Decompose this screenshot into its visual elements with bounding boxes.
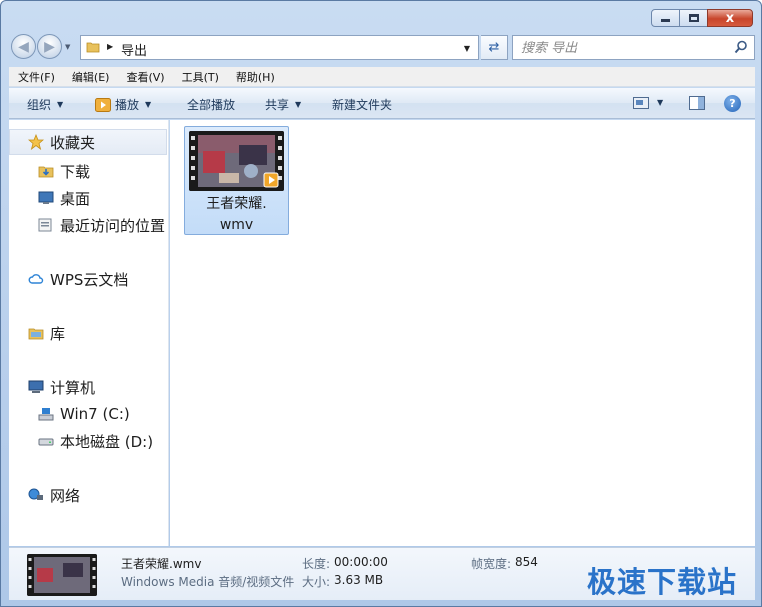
sidebar-item-downloads[interactable]: 下载 <box>38 160 90 182</box>
back-arrow-icon: ◀ <box>18 38 29 55</box>
address-bar[interactable]: ▶ 导出 ▼ <box>80 35 479 60</box>
library-icon <box>28 325 44 341</box>
navigation-pane: 收藏夹 下载 桌面 最近访问的位置 WPS云文档 库 计算机 Win7 (C:)… <box>9 120 169 546</box>
minimize-icon <box>661 19 670 22</box>
folder-icon <box>86 42 100 53</box>
play-button[interactable]: 播放 ▼ <box>95 96 151 113</box>
details-filetype: Windows Media 音频/视频文件 <box>121 575 295 589</box>
close-button[interactable]: x <box>707 9 753 27</box>
details-width-value: 854 <box>515 555 538 569</box>
help-icon[interactable]: ? <box>724 95 741 112</box>
menu-edit[interactable]: 编辑(E) <box>72 69 110 85</box>
file-name-line1: 王者荣耀. <box>206 196 267 212</box>
address-dropdown-icon[interactable]: ▼ <box>464 44 470 53</box>
share-button[interactable]: 共享 ▼ <box>265 96 301 113</box>
view-options-icon[interactable] <box>633 97 649 109</box>
new-folder-button[interactable]: 新建文件夹 <box>332 96 392 113</box>
play-label: 播放 <box>115 98 140 112</box>
network-icon <box>28 487 44 503</box>
forward-arrow-icon: ▶ <box>44 38 55 55</box>
search-box <box>512 35 755 60</box>
minimize-button[interactable] <box>651 9 680 27</box>
details-length-label: 长度: <box>302 557 331 571</box>
sidebar-item-label: 桌面 <box>60 189 91 208</box>
back-button[interactable]: ◀ <box>11 34 36 59</box>
sidebar-item-label: 最近访问的位置 <box>60 216 166 235</box>
cloud-icon <box>28 271 44 287</box>
play-icon <box>95 97 111 112</box>
play-dropdown-icon: ▼ <box>145 100 152 109</box>
file-list: 王者荣耀. wmv <box>170 120 755 546</box>
details-filename: 王者荣耀.wmv <box>121 557 202 571</box>
organize-label: 组织 <box>27 98 52 112</box>
sidebar-item-label: 网络 <box>50 486 81 505</box>
download-folder-icon <box>38 163 54 179</box>
share-label: 共享 <box>265 98 290 112</box>
sidebar-item-favorites[interactable]: 收藏夹 <box>9 129 167 155</box>
organize-button[interactable]: 组织 ▼ <box>27 96 63 113</box>
sidebar-item-library[interactable]: 库 <box>28 322 65 344</box>
sidebar-item-drive-c[interactable]: Win7 (C:) <box>38 403 130 425</box>
menu-file[interactable]: 文件(F) <box>18 69 55 85</box>
star-icon <box>28 134 44 150</box>
desktop-icon <box>38 190 54 206</box>
details-length-value: 00:00:00 <box>334 555 388 569</box>
explorer-window: x ◀ ▶ ▼ ▶ 导出 ▼ ⇄ 文件(F) 编辑(E) 查看(V) 工具(T)… <box>0 0 762 607</box>
computer-icon <box>28 379 44 395</box>
watermark-logo: 极速下载站 <box>587 565 738 599</box>
sidebar-item-network[interactable]: 网络 <box>28 484 80 506</box>
details-size-value: 3.63 MB <box>334 573 384 587</box>
command-bar: 组织 ▼ 播放 ▼ 全部播放 共享 ▼ 新建文件夹 ▼ ? <box>9 88 755 119</box>
sidebar-item-drive-d[interactable]: 本地磁盘 (D:) <box>38 430 153 452</box>
sidebar-item-wps-cloud[interactable]: WPS云文档 <box>28 268 128 290</box>
sidebar-item-computer[interactable]: 计算机 <box>28 376 95 398</box>
maximize-icon <box>688 14 699 22</box>
film-strip-icon <box>189 131 284 191</box>
menu-bar: 文件(F) 编辑(E) 查看(V) 工具(T) 帮助(H) <box>9 67 755 87</box>
sidebar-item-label: 下载 <box>60 162 91 181</box>
view-dropdown-icon[interactable]: ▼ <box>657 98 663 107</box>
details-thumbnail <box>27 554 97 596</box>
file-name: 王者荣耀. wmv <box>185 194 288 236</box>
sidebar-item-label: Win7 (C:) <box>60 405 130 423</box>
forward-button[interactable]: ▶ <box>37 34 62 59</box>
file-name-line2: wmv <box>219 217 254 233</box>
sidebar-item-label: 本地磁盘 (D:) <box>60 432 154 451</box>
menu-tools[interactable]: 工具(T) <box>182 69 219 85</box>
sidebar-item-label: 库 <box>50 324 66 343</box>
close-icon: x <box>725 10 735 26</box>
search-input[interactable] <box>521 39 721 57</box>
menu-view[interactable]: 查看(V) <box>126 69 164 85</box>
details-width-label: 帧宽度: <box>471 557 512 571</box>
video-thumbnail <box>189 131 284 191</box>
caption-buttons: x <box>651 9 753 27</box>
sidebar-item-recent[interactable]: 最近访问的位置 <box>38 214 165 236</box>
sidebar-item-label: 收藏夹 <box>50 133 96 152</box>
play-all-button[interactable]: 全部播放 <box>187 96 235 113</box>
breadcrumb-separator-icon[interactable]: ▶ <box>107 42 113 51</box>
refresh-button[interactable]: ⇄ <box>481 35 508 60</box>
history-dropdown-icon[interactable]: ▼ <box>65 43 70 51</box>
sidebar-item-label: 计算机 <box>50 378 96 397</box>
menu-help[interactable]: 帮助(H) <box>236 69 275 85</box>
new-folder-label: 新建文件夹 <box>332 98 393 112</box>
organize-dropdown-icon: ▼ <box>57 100 64 109</box>
search-icon[interactable] <box>734 40 748 54</box>
sidebar-item-desktop[interactable]: 桌面 <box>38 187 90 209</box>
file-item[interactable]: 王者荣耀. wmv <box>184 126 289 235</box>
system-drive-icon <box>38 406 54 422</box>
sidebar-item-label: WPS云文档 <box>50 270 129 289</box>
preview-pane-icon[interactable] <box>689 96 705 110</box>
breadcrumb-current[interactable]: 导出 <box>121 40 147 59</box>
hard-drive-icon <box>38 433 54 449</box>
play-all-label: 全部播放 <box>187 98 236 112</box>
refresh-icon: ⇄ <box>488 40 500 55</box>
video-thumbnail-icon <box>27 554 97 596</box>
recent-places-icon <box>38 217 54 233</box>
share-dropdown-icon: ▼ <box>295 100 302 109</box>
details-size-label: 大小: <box>302 575 331 589</box>
maximize-button[interactable] <box>679 9 708 27</box>
address-row: ◀ ▶ ▼ ▶ 导出 ▼ ⇄ <box>9 33 755 61</box>
